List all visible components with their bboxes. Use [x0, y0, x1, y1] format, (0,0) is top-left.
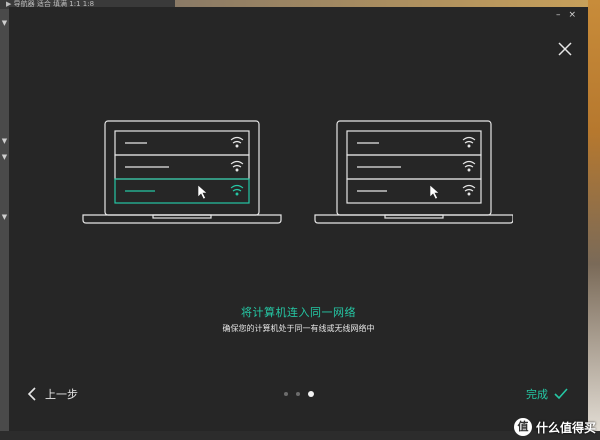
panel-collapse-icon: ▼ — [1, 137, 8, 145]
back-button[interactable]: 上一步 — [27, 386, 78, 402]
step-subtitle: 确保您的计算机处于同一有线或无线网络中 — [222, 324, 375, 333]
checkmark-icon — [554, 388, 568, 400]
background-left-panel: ▼ ▼ ▼ ▼ — [0, 9, 9, 440]
watermark-logo: 值 — [513, 418, 532, 436]
site-watermark: 值 什么值得买 — [513, 418, 596, 436]
background-bottom-bar — [0, 431, 600, 440]
page-dot-1[interactable] — [284, 392, 288, 396]
chevron-left-icon — [27, 387, 36, 401]
laptop-right — [314, 120, 513, 224]
minimize-button[interactable]: – — [556, 10, 561, 20]
wifi-icon — [462, 136, 476, 148]
background-photo-strip-right — [588, 0, 600, 440]
laptop-left — [82, 120, 282, 224]
page-dot-3-active[interactable] — [308, 391, 314, 397]
close-icon[interactable] — [557, 41, 573, 57]
wifi-icon — [230, 160, 244, 172]
wifi-icon — [462, 160, 476, 172]
back-button-label: 上一步 — [45, 388, 78, 401]
laptops-illustration — [82, 120, 513, 224]
window-controls: – × — [556, 10, 576, 20]
wifi-icon — [230, 184, 244, 196]
panel-collapse-icon: ▼ — [1, 19, 8, 27]
wifi-icon — [230, 136, 244, 148]
mouse-pointer-icon — [429, 184, 440, 200]
panel-collapse-icon: ▼ — [1, 153, 8, 161]
wifi-icon — [462, 184, 476, 196]
mouse-pointer-icon — [197, 184, 208, 200]
done-button-label: 完成 — [526, 388, 548, 401]
sync-setup-dialog: – × 将计算机连入同一网络 确保您的计算机处于同一有线或无线网络中 上一步 完… — [9, 7, 588, 431]
panel-collapse-icon: ▼ — [1, 213, 8, 221]
done-button[interactable]: 完成 — [526, 386, 568, 402]
watermark-text: 什么值得买 — [535, 420, 596, 435]
step-pagination — [284, 391, 314, 397]
window-close-button[interactable]: × — [568, 10, 576, 20]
step-title: 将计算机连入同一网络 — [241, 306, 356, 319]
page-dot-2[interactable] — [296, 392, 300, 396]
